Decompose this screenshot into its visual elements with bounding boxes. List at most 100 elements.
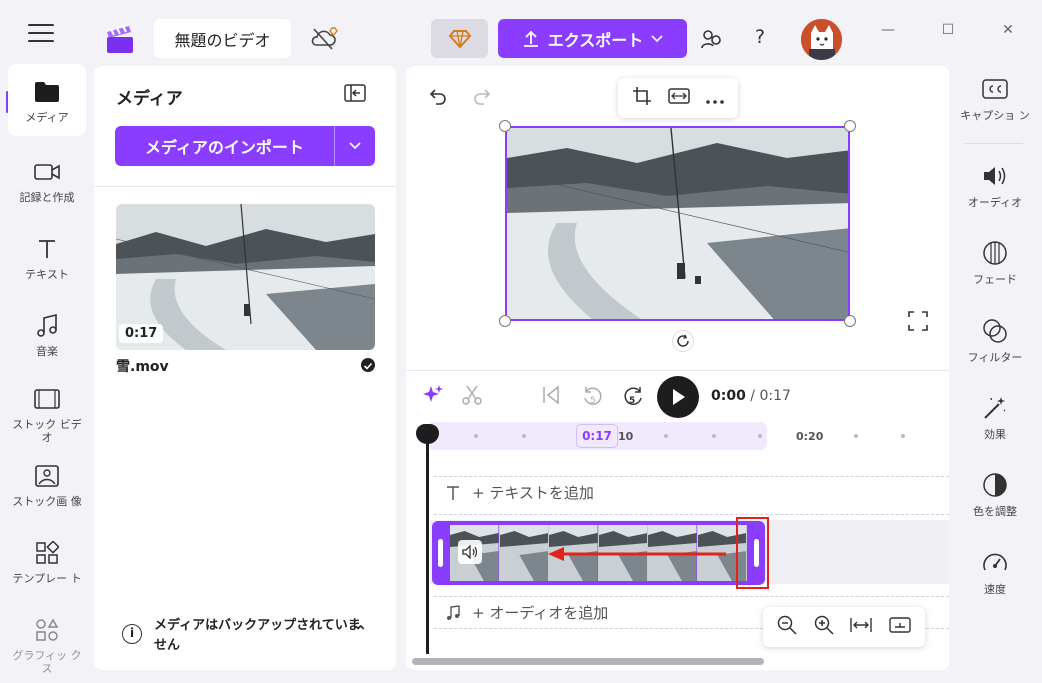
add-audio-track[interactable]: + オーディオを追加 xyxy=(446,602,608,623)
ruler-tick xyxy=(712,434,716,438)
zoom-in-icon[interactable] xyxy=(814,615,834,639)
sidebar-item-captions[interactable]: キャプショ ン xyxy=(951,74,1039,122)
import-media-button[interactable]: メディアのインポート xyxy=(115,126,375,166)
sidebar-item-label: テキスト xyxy=(25,268,69,281)
title-bar: 無題のビデオ エクスポート ? — ☐ ✕ xyxy=(0,0,1042,62)
sidebar-item-label: 色を調整 xyxy=(973,505,1017,518)
timecode: 0:00 / 0:17 xyxy=(711,388,791,404)
resize-handle[interactable] xyxy=(499,315,511,327)
volume-icon[interactable] xyxy=(458,540,482,564)
shapes-icon xyxy=(33,616,61,644)
left-sidebar: メディア 記録と作成 テキスト 音楽 ストック ビデオ ストック画 像 テンプレ… xyxy=(0,62,92,683)
sidebar-item-audio[interactable]: オーディオ xyxy=(951,161,1039,209)
sidebar-item-media[interactable]: メディア xyxy=(8,64,86,136)
skip-to-start-icon[interactable] xyxy=(540,384,564,408)
hamburger-menu-icon[interactable] xyxy=(28,24,54,44)
sidebar-item-effects[interactable]: 効果 xyxy=(951,393,1039,441)
undo-icon[interactable] xyxy=(428,86,448,106)
sidebar-item-label: ストック画 像 xyxy=(12,495,82,508)
music-note-icon xyxy=(447,604,460,620)
zoom-out-icon[interactable] xyxy=(777,615,797,639)
export-label: エクスポート xyxy=(547,30,644,50)
expand-timeline-icon[interactable] xyxy=(889,617,911,637)
fit-timeline-icon[interactable] xyxy=(850,617,872,637)
chevron-up-icon[interactable]: ⌃ xyxy=(354,622,367,642)
sidebar-item-label: 速度 xyxy=(984,583,1006,596)
add-text-label: + テキストを追加 xyxy=(472,484,594,502)
resize-handle[interactable] xyxy=(844,315,856,327)
redo-icon[interactable] xyxy=(472,86,492,106)
close-button[interactable]: ✕ xyxy=(996,22,1020,42)
check-icon xyxy=(361,358,375,372)
fullscreen-icon[interactable] xyxy=(908,311,928,331)
backup-message: メディアはバックアップされていません xyxy=(154,618,361,653)
rotate-icon[interactable] xyxy=(672,330,694,352)
playhead[interactable] xyxy=(426,434,429,654)
sidebar-item-speed[interactable]: 速度 xyxy=(951,548,1039,596)
collapse-panel-icon[interactable] xyxy=(344,84,366,102)
fit-icon[interactable] xyxy=(668,88,690,108)
playhead-handle[interactable] xyxy=(416,424,439,444)
sidebar-item-label: 効果 xyxy=(984,428,1006,441)
add-audio-label: + オーディオを追加 xyxy=(472,604,609,622)
crop-icon[interactable] xyxy=(632,86,652,110)
rewind-seconds: 5 xyxy=(590,396,596,406)
video-preview[interactable] xyxy=(505,126,850,321)
app-logo-icon xyxy=(103,22,137,54)
preview-toolbar xyxy=(618,78,738,118)
ruler-tick xyxy=(854,434,858,438)
sidebar-item-label: フィルター xyxy=(967,351,1023,364)
add-text-track[interactable]: + テキストを追加 xyxy=(446,482,594,503)
sidebar-item-stock-image[interactable]: ストック画 像 xyxy=(8,462,86,508)
sidebar-item-color-adjust[interactable]: 色を調整 xyxy=(951,470,1039,518)
timeline-scrollbar[interactable] xyxy=(412,658,764,665)
sidebar-item-fade[interactable]: フェード xyxy=(951,238,1039,286)
sidebar-item-label: メディア xyxy=(25,111,69,124)
speedometer-icon xyxy=(980,548,1010,578)
trim-highlight-box xyxy=(736,517,769,589)
maximize-button[interactable]: ☐ xyxy=(936,22,960,42)
playhead-time: 0:17 xyxy=(576,424,618,448)
trim-handle-left[interactable] xyxy=(438,539,443,567)
resize-handle[interactable] xyxy=(499,120,511,132)
ruler-tick xyxy=(901,434,905,438)
sidebar-item-stock-video[interactable]: ストック ビデオ xyxy=(8,385,86,444)
cloud-sync-off-icon[interactable] xyxy=(310,25,340,51)
play-button[interactable] xyxy=(657,376,699,418)
premium-button[interactable] xyxy=(431,19,488,58)
avatar[interactable] xyxy=(801,19,842,60)
ai-sparkle-icon[interactable] xyxy=(422,384,446,408)
fade-icon xyxy=(980,238,1010,268)
ruler-label: 0:20 xyxy=(796,430,824,443)
sidebar-item-label: グラフィッ クス xyxy=(12,649,82,675)
sidebar-item-label: オーディオ xyxy=(967,196,1023,209)
sidebar-item-filters[interactable]: フィルター xyxy=(951,316,1039,364)
sidebar-item-record[interactable]: 記録と作成 xyxy=(8,158,86,204)
sidebar-item-templates[interactable]: テンプレー ト xyxy=(8,539,86,585)
color-adjust-icon xyxy=(980,470,1010,500)
collaborate-icon[interactable] xyxy=(699,27,725,51)
track-border xyxy=(434,596,949,597)
sidebar-item-label: フェード xyxy=(973,273,1017,286)
upload-icon xyxy=(523,30,538,47)
export-button[interactable]: エクスポート xyxy=(498,19,687,58)
resize-handle[interactable] xyxy=(844,120,856,132)
help-icon[interactable]: ? xyxy=(750,26,770,52)
more-icon[interactable] xyxy=(706,89,724,108)
play-icon xyxy=(673,389,685,405)
import-options-chevron-icon[interactable] xyxy=(335,126,375,166)
panel-title: メディア xyxy=(116,89,183,109)
divider xyxy=(965,143,1023,144)
project-title[interactable]: 無題のビデオ xyxy=(154,19,291,58)
ruler-tick xyxy=(474,434,478,438)
minimize-button[interactable]: — xyxy=(876,22,900,42)
scissors-icon[interactable] xyxy=(461,384,485,408)
image-icon xyxy=(33,462,61,490)
sidebar-item-text[interactable]: テキスト xyxy=(8,235,86,281)
duration-badge: 0:17 xyxy=(119,324,164,343)
sidebar-item-graphics[interactable]: グラフィッ クス xyxy=(8,616,86,675)
chevron-down-icon xyxy=(651,34,663,42)
sidebar-item-music[interactable]: 音楽 xyxy=(8,312,86,358)
track-border xyxy=(434,514,949,515)
template-icon xyxy=(33,539,61,567)
